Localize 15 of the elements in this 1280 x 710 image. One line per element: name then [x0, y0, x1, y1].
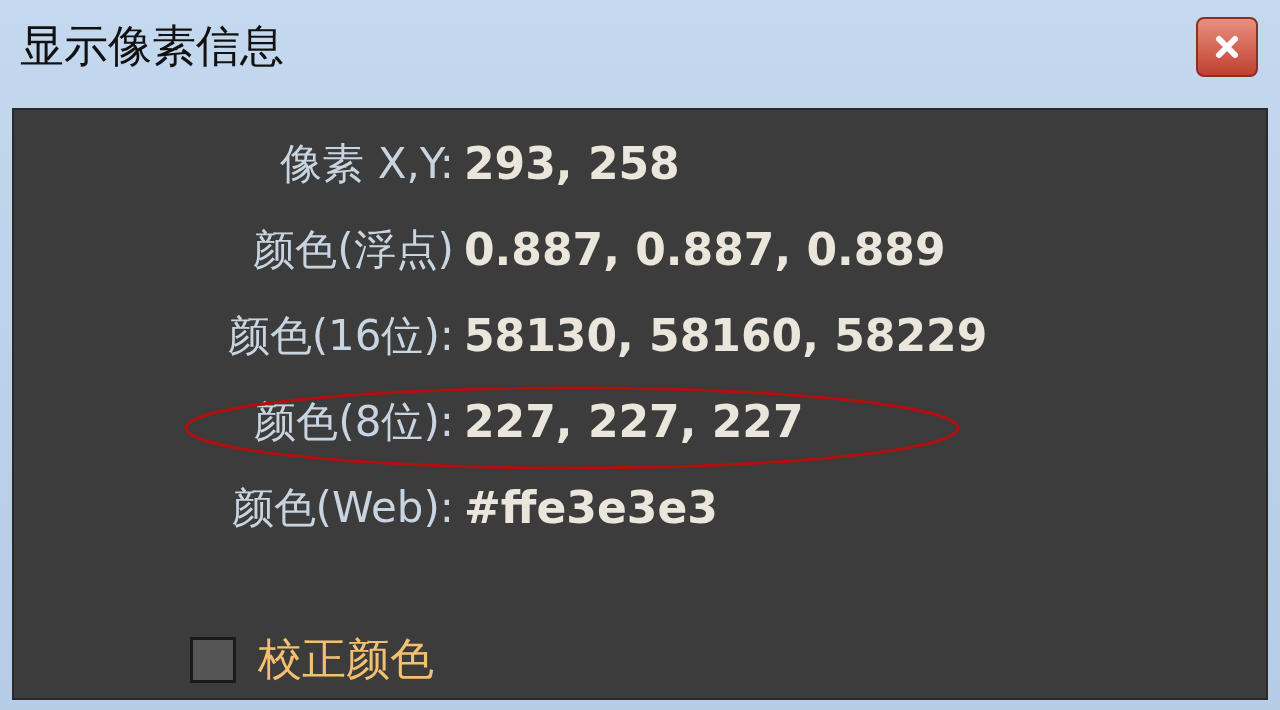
close-icon: [1214, 34, 1240, 60]
window-title: 显示像素信息: [20, 18, 284, 73]
field-value: 58130, 58160, 58229: [464, 309, 989, 363]
checkbox[interactable]: [190, 636, 236, 683]
field-value: 0.887, 0.887, 0.889: [464, 223, 947, 277]
field-value: #ffe3e3e3: [464, 481, 719, 535]
field-value: 293, 258: [464, 137, 681, 191]
close-button[interactable]: [1196, 17, 1258, 77]
field-value: 227, 227, 227: [464, 395, 805, 449]
field-label: 像素 X,Y:: [280, 138, 454, 190]
field-label: 颜色(浮点): [253, 224, 454, 276]
checkbox-label: 校正颜色: [258, 632, 434, 686]
field-label: 颜色(Web):: [231, 482, 454, 534]
field-label: 颜色(8位):: [254, 396, 454, 448]
field-label: 颜色(16位):: [227, 310, 454, 362]
